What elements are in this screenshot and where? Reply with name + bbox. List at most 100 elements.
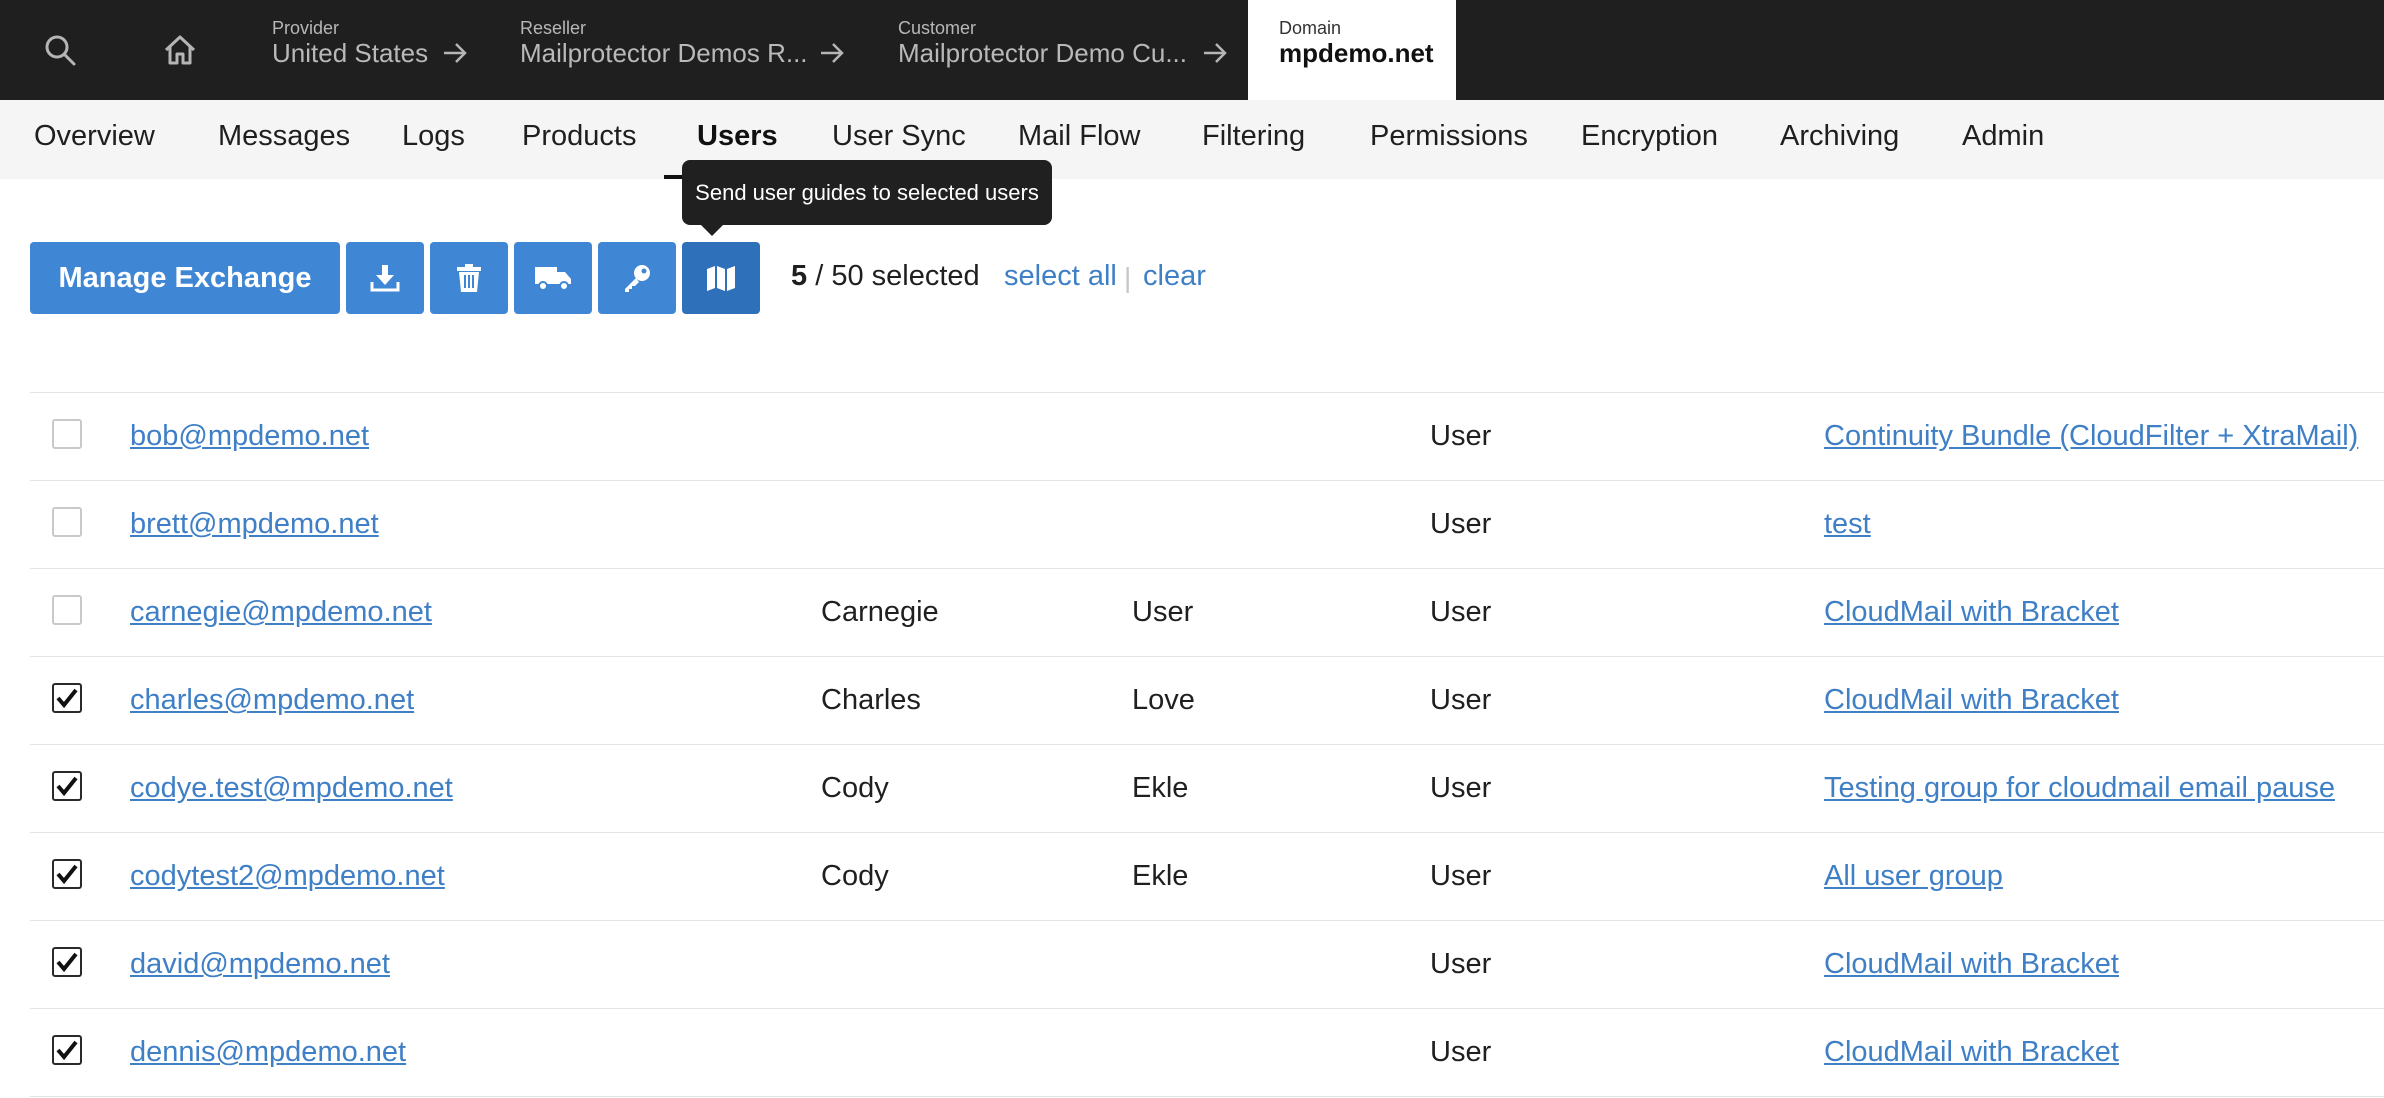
checkmark-icon: [56, 952, 78, 973]
tooltip: Send user guides to selected users: [682, 160, 1052, 225]
row-checkbox[interactable]: [52, 595, 82, 625]
tab-permissions[interactable]: Permissions: [1370, 120, 1528, 153]
table-row: david@mpdemo.net User CloudMail with Bra…: [30, 920, 2384, 1009]
breadcrumb-label: Customer: [898, 18, 977, 38]
user-group-link[interactable]: All user group: [1824, 860, 2003, 893]
breadcrumb-value: mpdemo.net: [1279, 38, 1434, 68]
breadcrumb-value: Mailprotector Demo Cu...: [898, 38, 1187, 68]
row-checkbox[interactable]: [52, 1035, 82, 1065]
first-name: Cody: [821, 860, 889, 892]
user-role: User: [1430, 596, 1492, 628]
user-email-link[interactable]: codye.test@mpdemo.net: [130, 772, 453, 805]
last-name: Love: [1132, 684, 1195, 716]
first-name: Cody: [821, 772, 889, 804]
breadcrumb-label: Domain: [1279, 18, 1342, 38]
trash-icon: [457, 264, 481, 292]
last-name: Ekle: [1132, 772, 1189, 804]
user-email-link[interactable]: david@mpdemo.net: [130, 948, 390, 981]
selected-total: / 50 selected: [815, 260, 980, 292]
user-email-link[interactable]: codytest2@mpdemo.net: [130, 860, 445, 893]
download-icon: [370, 265, 400, 292]
breadcrumb-label: Reseller: [520, 18, 587, 38]
download-button[interactable]: [346, 242, 424, 314]
send-user-guides-button[interactable]: [682, 242, 760, 314]
checkmark-icon: [56, 776, 78, 797]
user-role: User: [1430, 684, 1492, 716]
table-bottom-border: [30, 1096, 2384, 1097]
tab-products[interactable]: Products: [522, 120, 636, 153]
last-name: User: [1132, 596, 1194, 628]
key-icon: [625, 265, 650, 292]
manage-exchange-button[interactable]: Manage Exchange: [30, 242, 340, 314]
user-role: User: [1430, 508, 1492, 540]
first-name: Charles: [821, 684, 921, 716]
breadcrumb-value: United States: [272, 38, 429, 68]
tab-user-sync[interactable]: User Sync: [832, 120, 966, 153]
last-name: Ekle: [1132, 860, 1189, 892]
arrow-right-icon: [821, 43, 844, 63]
breadcrumb-customer[interactable]: Customer Mailprotector Demo Cu...: [898, 0, 1238, 100]
tab-users[interactable]: Users: [697, 120, 778, 153]
user-group-link[interactable]: CloudMail with Bracket: [1824, 948, 2119, 981]
row-checkbox[interactable]: [52, 507, 82, 537]
checkmark-icon: [56, 688, 78, 709]
first-name: Carnegie: [821, 596, 939, 628]
tab-logs[interactable]: Logs: [402, 120, 465, 153]
tab-archiving[interactable]: Archiving: [1780, 120, 1899, 153]
top-bar: Provider United States Reseller Mailprot…: [0, 0, 2384, 100]
user-group-link[interactable]: CloudMail with Bracket: [1824, 684, 2119, 717]
breadcrumb-domain[interactable]: Domain mpdemo.net: [1248, 0, 1456, 100]
user-email-link[interactable]: charles@mpdemo.net: [130, 684, 414, 717]
delivery-button[interactable]: [514, 242, 592, 314]
table-row: carnegie@mpdemo.net Carnegie User User C…: [30, 568, 2384, 657]
row-checkbox[interactable]: [52, 419, 82, 449]
table-row: bob@mpdemo.net User Continuity Bundle (C…: [30, 392, 2384, 481]
user-email-link[interactable]: dennis@mpdemo.net: [130, 1036, 406, 1069]
user-group-link[interactable]: Testing group for cloudmail email pause: [1824, 772, 2335, 805]
tab-admin[interactable]: Admin: [1962, 120, 2044, 153]
user-group-link[interactable]: CloudMail with Bracket: [1824, 596, 2119, 629]
user-role: User: [1430, 948, 1492, 980]
map-icon: [707, 266, 735, 291]
delete-button[interactable]: [430, 242, 508, 314]
tab-overview[interactable]: Overview: [34, 120, 155, 153]
breadcrumb-value: Mailprotector Demos R...: [520, 38, 808, 68]
table-row: codytest2@mpdemo.net Cody Ekle User All …: [30, 832, 2384, 921]
breadcrumb-label: Provider: [272, 18, 340, 38]
selected-number: 5: [791, 260, 808, 292]
user-group-link[interactable]: CloudMail with Bracket: [1824, 1036, 2119, 1069]
table-row: brett@mpdemo.net User test: [30, 480, 2384, 569]
row-checkbox[interactable]: [52, 683, 82, 713]
selection-count: 5 / 50 selected: [791, 260, 980, 293]
user-group-link[interactable]: test: [1824, 508, 1871, 541]
truck-icon: [535, 267, 571, 291]
user-group-link[interactable]: Continuity Bundle (CloudFilter + XtraMai…: [1824, 420, 2358, 453]
checkmark-icon: [56, 864, 78, 885]
user-role: User: [1430, 772, 1492, 804]
user-email-link[interactable]: brett@mpdemo.net: [130, 508, 379, 541]
separator: |: [1124, 262, 1132, 293]
user-email-link[interactable]: carnegie@mpdemo.net: [130, 596, 432, 629]
breadcrumb-reseller[interactable]: Reseller Mailprotector Demos R...: [520, 0, 850, 100]
breadcrumb-provider[interactable]: Provider United States: [272, 0, 472, 100]
arrow-right-icon: [1204, 43, 1227, 63]
tab-mail-flow[interactable]: Mail Flow: [1018, 120, 1140, 153]
user-email-link[interactable]: bob@mpdemo.net: [130, 420, 369, 453]
user-role: User: [1430, 860, 1492, 892]
clear-link[interactable]: clear: [1143, 260, 1206, 293]
checkmark-icon: [56, 1040, 78, 1061]
search-icon[interactable]: [30, 20, 90, 80]
password-button[interactable]: [598, 242, 676, 314]
tab-messages[interactable]: Messages: [218, 120, 350, 153]
row-checkbox[interactable]: [52, 771, 82, 801]
select-all-link[interactable]: select all: [1004, 260, 1117, 293]
arrow-right-icon: [444, 43, 467, 63]
home-icon[interactable]: [150, 20, 210, 80]
table-row: codye.test@mpdemo.net Cody Ekle User Tes…: [30, 744, 2384, 833]
tab-filtering[interactable]: Filtering: [1202, 120, 1305, 153]
row-checkbox[interactable]: [52, 859, 82, 889]
user-role: User: [1430, 420, 1492, 452]
tab-encryption[interactable]: Encryption: [1581, 120, 1718, 153]
tooltip-arrow: [700, 224, 724, 236]
row-checkbox[interactable]: [52, 947, 82, 977]
